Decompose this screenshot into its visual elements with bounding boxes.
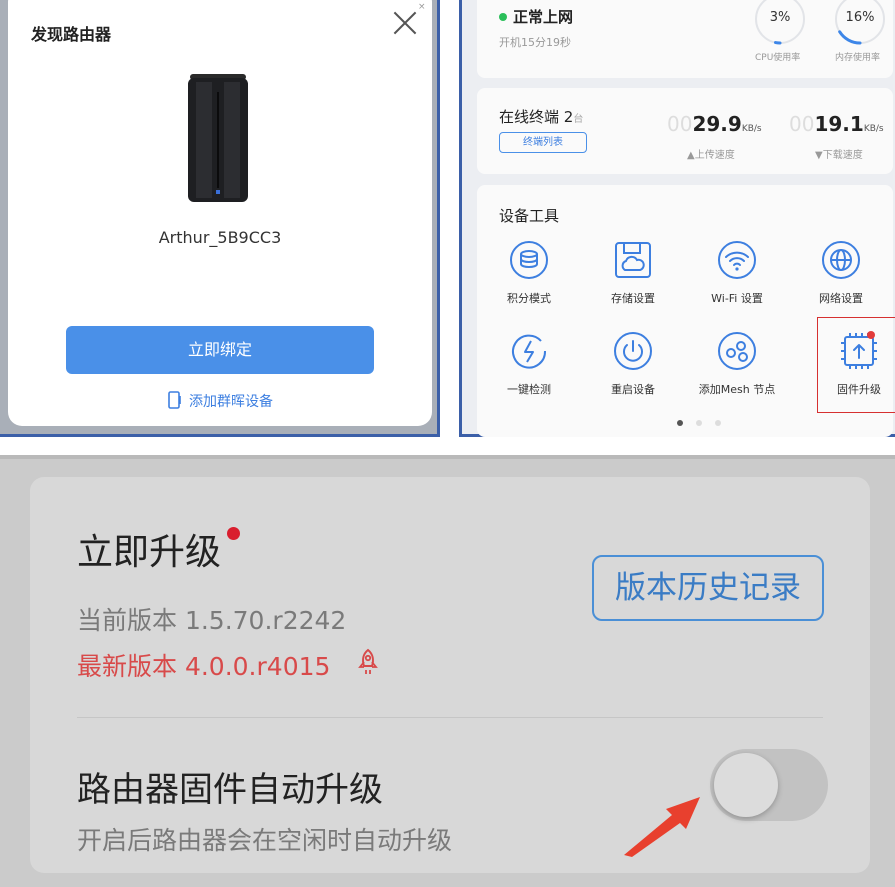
close-hint: ×	[418, 2, 426, 12]
tool-points-mode[interactable]: 积分模式	[484, 240, 574, 324]
add-synology-link[interactable]: 添加群晖设备	[8, 391, 432, 411]
tool-storage-settings[interactable]: 存储设置	[588, 240, 678, 324]
coins-icon	[510, 241, 548, 279]
upload-value: 29.9	[692, 112, 742, 136]
cpu-label: CPU使用率	[755, 53, 801, 63]
upload-label-text: ▲上传速度	[687, 150, 735, 161]
red-arrow-icon	[624, 797, 700, 857]
lightning-check-icon	[512, 334, 547, 369]
tool-label: 存储设置	[611, 292, 655, 305]
router-name: Arthur_5B9CC3	[158, 228, 282, 247]
download-speed: 0019.1KB/s	[789, 112, 884, 136]
uptime: 开机15分19秒	[499, 36, 571, 49]
online-status-dot	[499, 13, 507, 21]
network-status: 正常上网	[513, 8, 574, 26]
firmware-highlight-box	[817, 317, 895, 413]
auto-upgrade-toggle[interactable]	[710, 749, 828, 821]
page-dot-active[interactable]	[677, 420, 683, 426]
tool-restart-device[interactable]: 重启设备	[588, 331, 678, 415]
panel-divider	[0, 455, 895, 459]
upload-ghost-digits: 00	[667, 112, 693, 136]
discover-router-panel: 发现路由器 × Arthur_5B9CC3 立即绑定 添加群晖设备	[0, 0, 440, 437]
tool-wifi-settings[interactable]: Wi-Fi 设置	[692, 240, 782, 324]
tool-label: 网络设置	[819, 292, 863, 305]
rocket-icon	[358, 648, 378, 674]
router-status-panel: 正常上网 开机15分19秒 3% CPU使用率 16% 内存使用率 在线终端 2…	[459, 0, 895, 437]
tool-label: 积分模式	[507, 292, 551, 305]
status-card: 正常上网 开机15分19秒 3% CPU使用率 16% 内存使用率	[477, 0, 893, 78]
cpu-gauge: 3%	[753, 0, 807, 46]
auto-upgrade-title: 路由器固件自动升级	[77, 770, 383, 810]
wifi-icon	[718, 241, 756, 279]
toggle-knob	[714, 753, 778, 817]
firmware-update-dot	[867, 331, 875, 339]
current-version: 当前版本 1.5.70.r2242	[77, 606, 347, 635]
upload-unit: KB/s	[741, 124, 762, 134]
clients-unit: 台	[573, 114, 584, 125]
device-tools-card: 设备工具 积分模式 存储设置 Wi-Fi 设置 网络设置 一键检测 重启设备 添…	[477, 185, 895, 437]
tool-one-click-check[interactable]: 一键检测	[484, 331, 574, 415]
router-image	[188, 74, 248, 202]
add-synology-label: 添加群晖设备	[189, 394, 273, 410]
tool-add-mesh-node[interactable]: 添加Mesh 节点	[692, 331, 782, 415]
online-clients-count: 在线终端 2	[499, 108, 574, 126]
memory-value: 16%	[845, 10, 875, 25]
storage-icon	[615, 242, 651, 278]
tool-label: Wi-Fi 设置	[711, 292, 763, 305]
upgrade-now-title[interactable]: 立即升级	[77, 523, 221, 575]
tool-network-settings[interactable]: 网络设置	[796, 240, 886, 324]
bind-now-button[interactable]: 立即绑定	[66, 326, 374, 374]
cpu-value: 3%	[769, 10, 791, 25]
device-icon	[168, 391, 181, 409]
memory-label: 内存使用率	[835, 53, 881, 63]
upload-label: ▲上传速度	[687, 146, 735, 161]
tool-label: 添加Mesh 节点	[698, 383, 776, 396]
latest-version: 最新版本 4.0.0.r4015	[77, 652, 331, 681]
panel-border	[0, 434, 440, 437]
download-ghost-digits: 00	[789, 112, 815, 136]
discover-router-dialog: 发现路由器 × Arthur_5B9CC3 立即绑定 添加群晖设备	[8, 0, 432, 426]
upgrade-badge-dot	[227, 527, 240, 540]
client-list-button[interactable]: 终端列表	[499, 132, 587, 153]
memory-gauge: 16%	[833, 0, 887, 46]
online-clients: 在线终端 2台	[499, 106, 583, 127]
upgrade-card: 立即升级 当前版本 1.5.70.r2242 最新版本 4.0.0.r4015 …	[30, 477, 870, 873]
panel-border	[437, 0, 440, 437]
download-label: ▼下载速度	[815, 150, 863, 161]
globe-icon	[822, 241, 860, 279]
mesh-icon	[718, 332, 756, 370]
clients-card: 在线终端 2台 终端列表 0029.9KB/s ▲上传速度 0019.1KB/s…	[477, 88, 893, 174]
upload-speed: 0029.9KB/s	[667, 112, 762, 136]
auto-upgrade-description: 开启后路由器会在空闲时自动升级	[77, 826, 453, 855]
page-dot[interactable]	[696, 420, 702, 426]
download-unit: KB/s	[863, 124, 884, 134]
page-dot[interactable]	[715, 420, 721, 426]
close-icon[interactable]	[392, 10, 418, 36]
divider	[77, 717, 823, 718]
power-icon	[614, 332, 652, 370]
firmware-upgrade-panel: 立即升级 当前版本 1.5.70.r2242 最新版本 4.0.0.r4015 …	[0, 455, 895, 887]
version-history-button[interactable]: 版本历史记录	[592, 555, 824, 621]
dialog-title: 发现路由器	[31, 25, 112, 44]
device-tools-title: 设备工具	[499, 207, 560, 225]
download-value: 19.1	[814, 112, 864, 136]
tool-label: 重启设备	[611, 383, 655, 396]
tool-label: 一键检测	[507, 383, 551, 396]
